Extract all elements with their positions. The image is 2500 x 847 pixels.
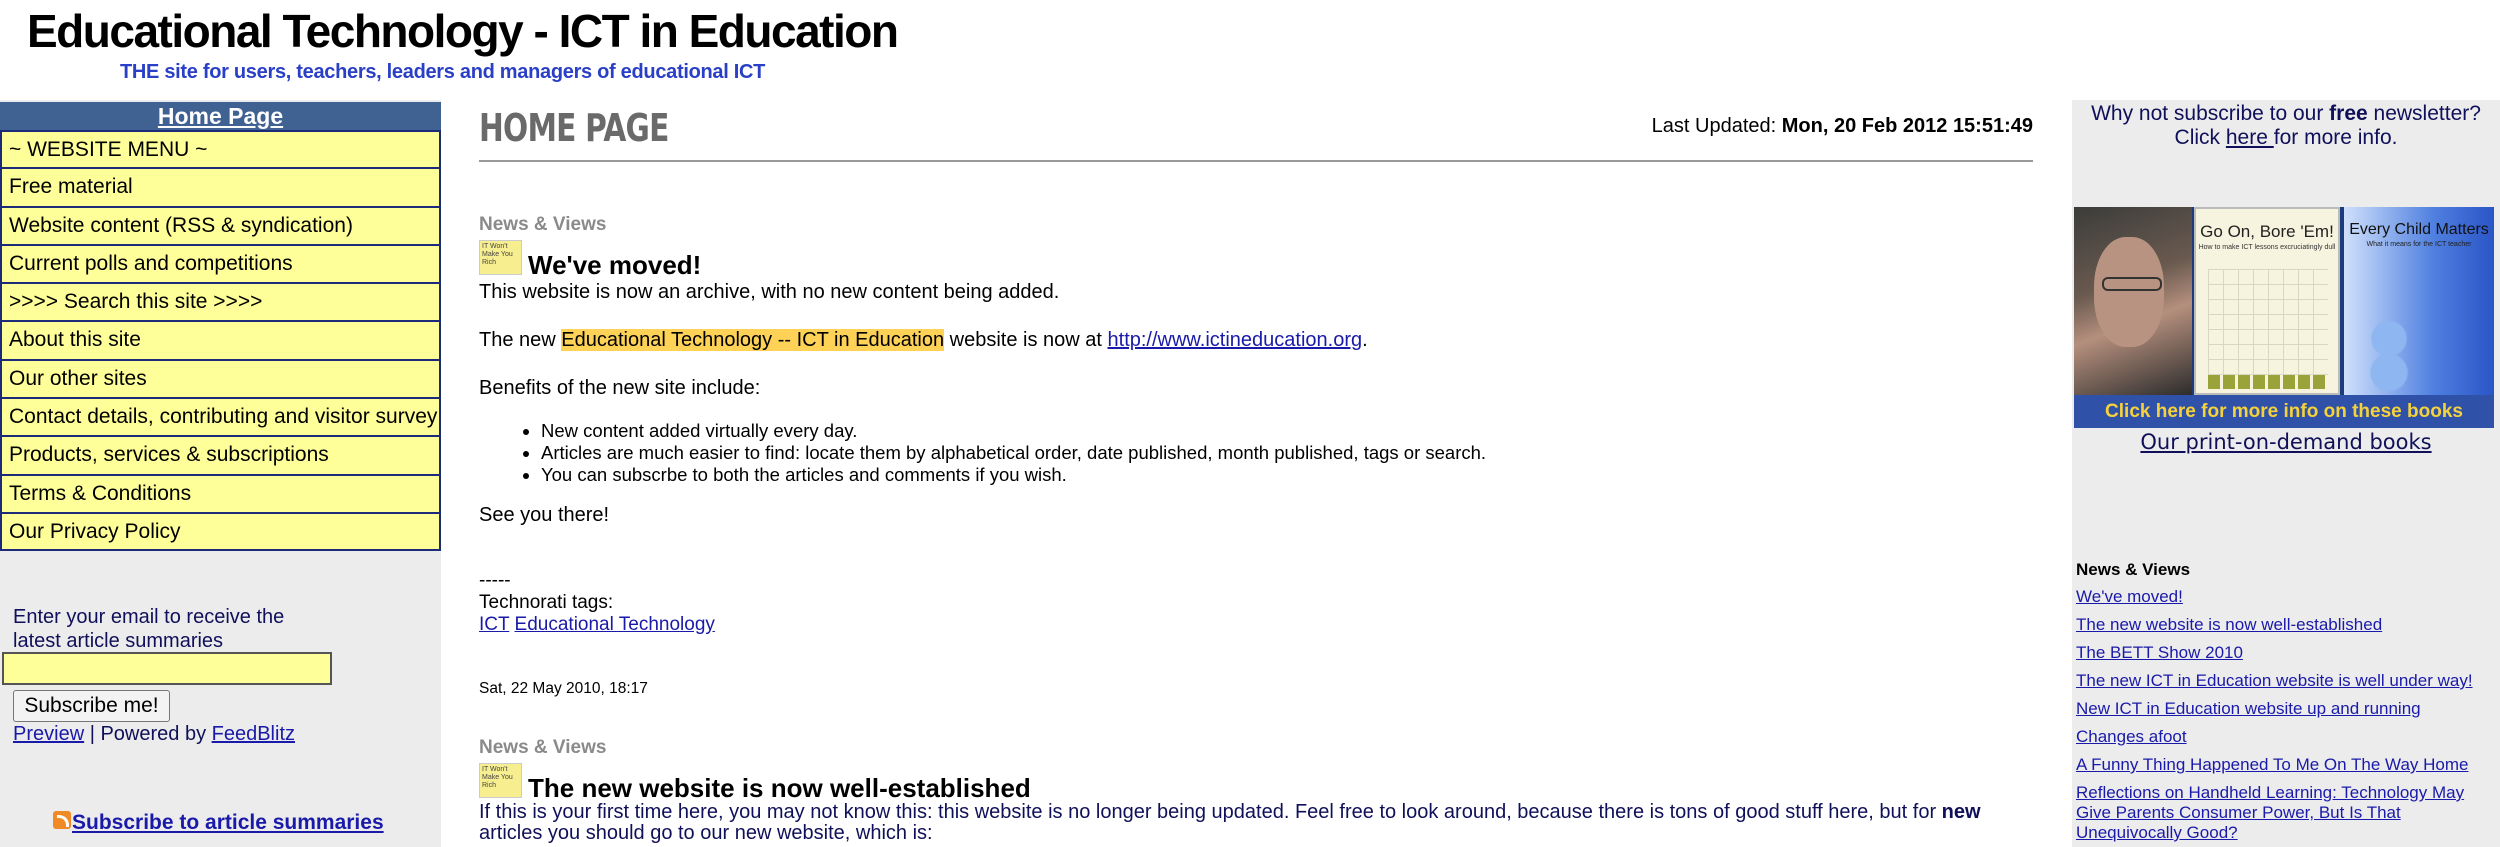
right-sidebar: Why not subscribe to our free newsletter… — [2072, 100, 2500, 847]
text-fragment: new — [1941, 801, 1981, 823]
benefits-list: New content added virtually every day. A… — [541, 420, 1486, 486]
text-fragment: The new — [479, 329, 562, 351]
post-book-icon: IT Won't Make You Rich — [479, 763, 522, 798]
post-text: If this is your first time here, you may… — [479, 802, 2033, 844]
menu-item-privacy[interactable]: Our Privacy Policy — [0, 512, 441, 552]
books-banner[interactable]: Go On, Bore 'Em! How to make ICT lessons… — [2074, 207, 2494, 428]
website-menu: ~ WEBSITE MENU ~ Free material Website c… — [0, 130, 441, 552]
tag-link[interactable]: ICT — [479, 614, 509, 635]
separator-dashes: ----- — [479, 570, 511, 591]
post-text: This website is now an archive, with no … — [479, 281, 1060, 303]
post-date: Sat, 22 May 2010, 18:17 — [479, 680, 648, 697]
post-category: News & Views — [479, 737, 607, 758]
author-face — [2094, 237, 2164, 347]
tags-list: ICT Educational Technology — [479, 614, 715, 636]
menu-item-polls[interactable]: Current polls and competitions — [0, 244, 441, 284]
text-fragment: website is now at — [944, 329, 1108, 351]
home-page-link[interactable]: Home Page — [0, 102, 441, 130]
new-site-link[interactable]: http://www.ictineducation.org — [1108, 329, 1363, 351]
last-updated-value: Mon, 20 Feb 2012 15:51:49 — [1781, 115, 2033, 137]
news-link[interactable]: We've moved! — [2076, 587, 2496, 607]
text-fragment: . — [1362, 329, 1368, 351]
feedblitz-link[interactable]: FeedBlitz — [212, 723, 295, 745]
site-title: Educational Technology - ICT in Educatio… — [27, 5, 899, 57]
menu-item-website-menu[interactable]: ~ WEBSITE MENU ~ — [0, 130, 441, 169]
menu-item-terms[interactable]: Terms & Conditions — [0, 474, 441, 513]
menu-item-about[interactable]: About this site — [0, 321, 441, 360]
last-updated-label: Last Updated: — [1651, 115, 1782, 137]
powered-by: Preview | Powered by FeedBlitz — [13, 723, 295, 746]
rss-icon — [53, 811, 71, 829]
menu-item-other-sites[interactable]: Our other sites — [0, 359, 441, 399]
author-glasses — [2102, 277, 2162, 291]
site-tagline: THE site for users, teachers, leaders an… — [120, 61, 766, 83]
menu-item-website-content[interactable]: Website content (RSS & syndication) — [0, 206, 441, 245]
book-cover-every-child-matters: Every Child Matters What it means for th… — [2344, 207, 2494, 395]
news-views-heading: News & Views — [2076, 560, 2191, 579]
post-title[interactable]: We've moved! — [528, 250, 701, 281]
subscribe-label: Enter your email to receive the latest a… — [13, 606, 285, 652]
tag-link[interactable]: Educational Technology — [515, 614, 715, 635]
news-link[interactable]: New ICT in Education website up and runn… — [2076, 699, 2496, 719]
subscribe-button[interactable]: Subscribe me! — [13, 690, 170, 722]
list-item: New content added virtually every day. — [541, 420, 1486, 442]
post-new-site-line: The new Educational Technology -- ICT in… — [479, 329, 1368, 352]
book-title: Go On, Bore 'Em! — [2200, 222, 2334, 241]
menu-item-free-material[interactable]: Free material — [0, 168, 441, 207]
main-content: HOME PAGE Last Updated: Mon, 20 Feb 2012… — [479, 100, 2033, 847]
news-link[interactable]: The new website is now well-established — [2076, 615, 2496, 635]
subscribe-article-summaries-link[interactable]: Subscribe to article summaries — [72, 811, 384, 834]
post-title[interactable]: The new website is now well-established — [528, 773, 1031, 804]
book-subtitle: What it means for the ICT teacher — [2366, 241, 2472, 248]
book-subtitle: How to make ICT lessons excruciatingly d… — [2198, 244, 2336, 251]
print-on-demand-link[interactable]: Our print-on-demand books — [2072, 430, 2500, 454]
news-link[interactable]: Reflections on Handheld Learning: Techno… — [2076, 783, 2496, 843]
email-field[interactable] — [2, 652, 332, 685]
news-views-list: We've moved! The new website is now well… — [2076, 587, 2496, 847]
text-fragment: newsletter? — [2367, 102, 2481, 125]
post-book-icon: IT Won't Make You Rich — [479, 240, 522, 275]
book-title: Every Child Matters — [2349, 221, 2489, 238]
text-fragment: for more info. — [2273, 126, 2398, 149]
menu-item-products[interactable]: Products, services & subscriptions — [0, 436, 441, 475]
rss-subscribe: Subscribe to article summaries — [72, 811, 384, 835]
news-link[interactable]: Changes afoot — [2076, 727, 2496, 747]
newsletter-link[interactable]: here — [2226, 126, 2274, 149]
post-category: News & Views — [479, 214, 607, 235]
closing-text: See you there! — [479, 504, 610, 526]
cover-grid — [2208, 269, 2328, 389]
powered-by-text: | Powered by — [84, 723, 212, 745]
list-item: Articles are much easier to find: locate… — [541, 442, 1486, 464]
text-fragment: Why not subscribe to our — [2091, 102, 2330, 125]
menu-item-contact[interactable]: Contact details, contributing and visito… — [0, 398, 441, 437]
benefits-intro: Benefits of the new site include: — [479, 377, 761, 399]
news-link[interactable]: The new ICT in Education website is well… — [2076, 671, 2496, 691]
newsletter-promo: Why not subscribe to our free newsletter… — [2072, 102, 2500, 150]
text-fragment: If this is your first time here, you may… — [479, 801, 1942, 823]
site-header: Educational Technology - ICT in Educatio… — [0, 0, 2500, 100]
text-fragment: articles you should go to our new websit… — [479, 822, 933, 844]
last-updated: Last Updated: Mon, 20 Feb 2012 15:51:49 — [1652, 115, 2033, 138]
cover-bar — [2208, 375, 2328, 389]
tags-label: Technorati tags: — [479, 592, 614, 613]
author-photo — [2074, 207, 2192, 395]
page-title: HOME PAGE — [479, 106, 669, 150]
highlighted-site-name: Educational Technology -- ICT in Educati… — [561, 329, 945, 351]
news-link[interactable]: A Funny Thing Happened To Me On The Way … — [2076, 755, 2496, 775]
menu-item-search[interactable]: >>>> Search this site >>>> — [0, 283, 441, 322]
news-link[interactable]: The BETT Show 2010 — [2076, 643, 2496, 663]
text-fragment: Click — [2174, 126, 2226, 149]
preview-link[interactable]: Preview — [13, 723, 84, 745]
books-caption[interactable]: Click here for more info on these books — [2074, 395, 2494, 428]
list-item: You can subscrbe to both the articles an… — [541, 464, 1486, 486]
text-fragment: free — [2329, 102, 2368, 125]
book-cover-go-on-bore-em: Go On, Bore 'Em! How to make ICT lessons… — [2194, 207, 2340, 395]
heading-divider — [479, 160, 2033, 162]
